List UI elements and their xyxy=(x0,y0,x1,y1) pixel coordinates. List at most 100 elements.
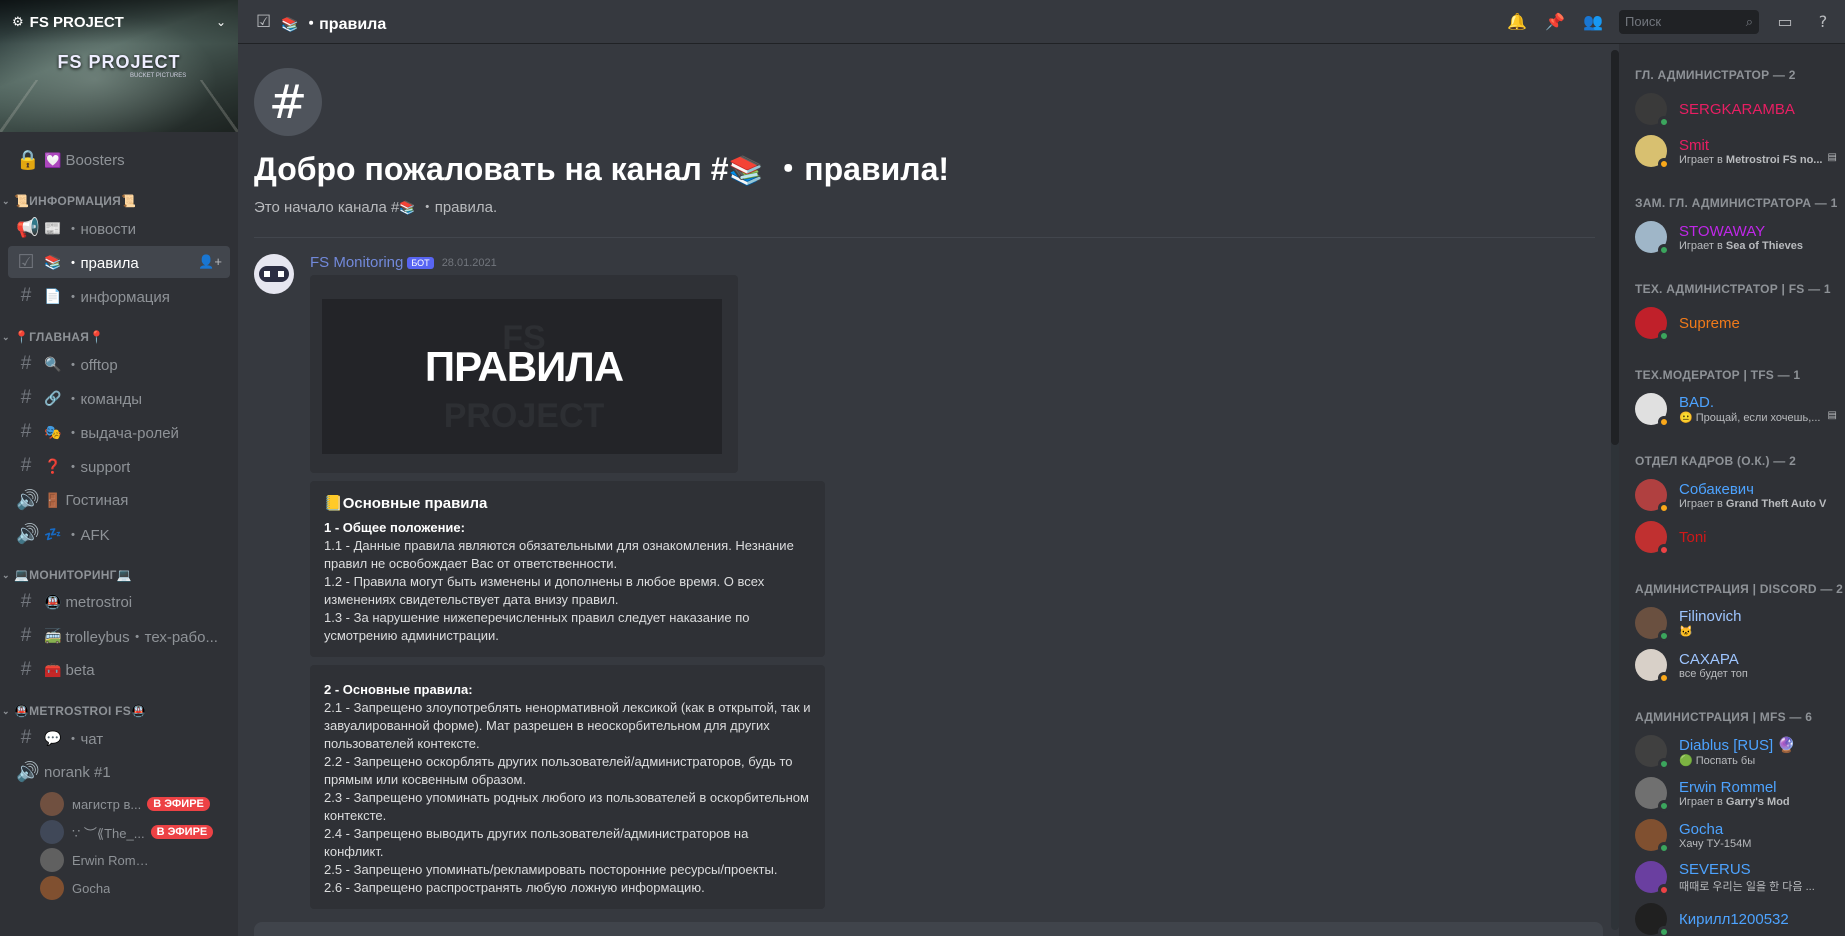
avatar xyxy=(40,848,64,872)
channel-emoji: ❓ xyxy=(44,457,62,474)
member-name: SERGKARAMBA xyxy=(1679,100,1795,118)
channel-item[interactable]: # 🔗 ・команды xyxy=(8,382,230,414)
channel-item[interactable]: # 🚎 trolleybus・тех-рабо... xyxy=(8,620,230,652)
status-indicator xyxy=(1658,158,1670,170)
channel-emoji: 📰 xyxy=(44,219,62,236)
banner-sub: BUCKET PICTURES xyxy=(130,73,187,79)
channel-item[interactable]: # 🧰 beta xyxy=(8,654,230,686)
status-indicator xyxy=(1658,330,1670,342)
member-name: Собакевич xyxy=(1679,480,1754,498)
channel-emoji: 💤 xyxy=(44,525,62,542)
channel-item[interactable]: 🔊 💤 ・AFK xyxy=(8,518,230,550)
pin-icon[interactable]: 📌 xyxy=(1543,10,1567,34)
rules-image[interactable]: FS PROJECT ПРАВИЛА xyxy=(310,275,738,473)
bot-avatar[interactable] xyxy=(254,254,294,294)
hash-icon: # xyxy=(20,455,32,476)
channel-item[interactable]: # 🎭 ・выдача-ролей xyxy=(8,416,230,448)
member-item[interactable]: Toni xyxy=(1627,516,1845,558)
member-name: Smit xyxy=(1679,136,1709,154)
channel-emoji: 🚪 xyxy=(44,491,62,508)
channel-emoji: 🔗 xyxy=(44,389,62,406)
member-item[interactable]: STOWAWAY Играет в Sea of Thieves xyxy=(1627,216,1845,258)
voice-user[interactable]: ∵ ︶⟪The_... В ЭФИРЕ xyxy=(0,818,238,846)
member-name: STOWAWAY xyxy=(1679,222,1766,240)
server-header[interactable]: FS PROJECT BUCKET PICTURES ⚙ FS PROJECT … xyxy=(0,0,238,132)
channel-item[interactable]: 🔊 🚪 Гостиная xyxy=(8,484,230,516)
boosters-channel[interactable]: 🔒 💟 Boosters xyxy=(8,144,230,176)
category-header[interactable]: ⌄ 💻МОНИТОРИНГ💻 xyxy=(0,566,238,584)
category-header[interactable]: ⌄ 🚇METROSTROI FS🚇 xyxy=(0,702,238,720)
channel-item[interactable]: # 💬 ・чат xyxy=(8,722,230,754)
inbox-icon[interactable]: ▭ xyxy=(1773,10,1797,34)
status-indicator xyxy=(1658,630,1670,642)
search-input[interactable]: Поиск ⌕ xyxy=(1619,9,1759,34)
member-item[interactable]: Кирилл1200532 xyxy=(1627,898,1845,936)
chevron-down-icon: ⌄ xyxy=(2,569,10,580)
channel-emoji: 🚇 xyxy=(44,593,62,610)
channel-emoji: 🧰 xyxy=(44,661,62,678)
chevron-down-icon[interactable]: ⌄ xyxy=(216,15,226,29)
notebook-icon: 📒 xyxy=(324,495,343,512)
rule-line: 1.1 - Данные правила являются обязательн… xyxy=(324,538,794,571)
message-author[interactable]: FS Monitoring xyxy=(310,254,403,271)
member-item[interactable]: BAD. 😐 Прощай, если хочешь,... ▤ xyxy=(1627,388,1845,430)
category-header[interactable]: ⌄ 📍ГЛАВНАЯ📍 xyxy=(0,328,238,346)
hash-icon: # xyxy=(20,285,32,306)
bot-badge: БОТ xyxy=(407,256,434,269)
hash-icon: # xyxy=(20,625,32,646)
channel-item[interactable]: # ❓ ・support xyxy=(8,450,230,482)
live-badge: В ЭФИРЕ xyxy=(150,825,214,839)
member-item[interactable]: SERGKARAMBA xyxy=(1627,88,1845,130)
channel-item[interactable]: # 📄 ・информация xyxy=(8,280,230,312)
status-indicator xyxy=(1658,544,1670,556)
chat-scrollbar[interactable] xyxy=(1611,50,1619,930)
status-indicator xyxy=(1658,926,1670,936)
discord-app: FS PROJECT BUCKET PICTURES ⚙ FS PROJECT … xyxy=(0,0,1845,936)
avatar xyxy=(40,820,64,844)
channel-emoji: 🔍 xyxy=(44,355,62,372)
member-item[interactable]: Gocha Хачу ТУ-154М xyxy=(1627,814,1845,856)
message-composer[interactable] xyxy=(254,922,1603,936)
member-group-header: ГЛ. АДМИНИСТРАТОР — 2 xyxy=(1635,68,1796,82)
channel-topbar: ☑ 📚 ・правила 🔔 📌 👥 Поиск ⌕ ▭ ? xyxy=(238,0,1845,44)
member-activity: Играет в Garry's Mod xyxy=(1679,795,1790,808)
category-header[interactable]: ⌄ 📜ИНФОРМАЦИЯ📜 xyxy=(0,192,238,210)
search-icon: ⌕ xyxy=(1745,13,1753,29)
channel-item[interactable]: 🔊 norank #1 xyxy=(8,756,230,788)
rule-line: 2.5 - Запрещено упоминать/рекламировать … xyxy=(324,862,778,877)
voice-user[interactable]: магистр в... В ЭФИРЕ xyxy=(0,790,238,818)
add-member-icon[interactable]: 👤+ xyxy=(198,254,222,270)
help-icon[interactable]: ? xyxy=(1811,10,1835,34)
channel-item[interactable]: 📢 📰 ・новости xyxy=(8,212,230,244)
rich-presence-icon: ▤ xyxy=(1827,410,1837,421)
member-name: SEVERUS xyxy=(1679,860,1751,878)
member-item[interactable]: Smit Играет в Metrostroi FS no... ▤ xyxy=(1627,130,1845,172)
member-item[interactable]: Diablus [RUS] 🔮 🟢 Поспать бы xyxy=(1627,730,1845,772)
member-name: Toni xyxy=(1679,528,1707,546)
live-badge: В ЭФИРЕ xyxy=(147,797,210,811)
member-item[interactable]: Erwin Rommel Играет в Garry's Mod xyxy=(1627,772,1845,814)
chevron-down-icon: ⌄ xyxy=(2,705,10,716)
member-item[interactable]: Собакевич Играет в Grand Theft Auto V xyxy=(1627,474,1845,516)
voice-user[interactable]: Erwin Rommel xyxy=(0,846,238,874)
channel-sidebar: FS PROJECT BUCKET PICTURES ⚙ FS PROJECT … xyxy=(0,0,238,936)
member-item[interactable]: Supreme xyxy=(1627,302,1845,344)
channel-item[interactable]: ☑ 📚 ・правила 👤+ xyxy=(8,246,230,278)
member-item[interactable]: Filinovich 🐱 xyxy=(1627,602,1845,644)
message: FS Monitoring БОТ 28.01.2021 FS PROJECT … xyxy=(254,254,1611,909)
rules-embed-2: 2 - Основные правила: 2.1 - Запрещено зл… xyxy=(310,665,825,909)
rules-channel-icon: ☑ xyxy=(17,251,35,273)
chevron-down-icon: ⌄ xyxy=(2,331,10,342)
server-name: FS PROJECT xyxy=(29,13,124,31)
member-item[interactable]: CAXAPA все будет топ xyxy=(1627,644,1845,686)
chevron-down-icon: ⌄ xyxy=(2,195,10,206)
speaker-icon: 🔊 xyxy=(16,762,40,783)
members-list-icon[interactable]: 👥 xyxy=(1581,10,1605,34)
voice-user[interactable]: Gocha xyxy=(0,874,238,902)
member-item[interactable]: SEVERUS 때때로 우리는 일을 한 다음 ... xyxy=(1627,856,1845,898)
channel-item[interactable]: # 🔍 ・offtop xyxy=(8,348,230,380)
avatar xyxy=(1635,521,1670,556)
bell-icon[interactable]: 🔔 xyxy=(1505,10,1529,34)
avatar xyxy=(40,792,64,816)
channel-item[interactable]: # 🚇 metrostroi xyxy=(8,586,230,618)
